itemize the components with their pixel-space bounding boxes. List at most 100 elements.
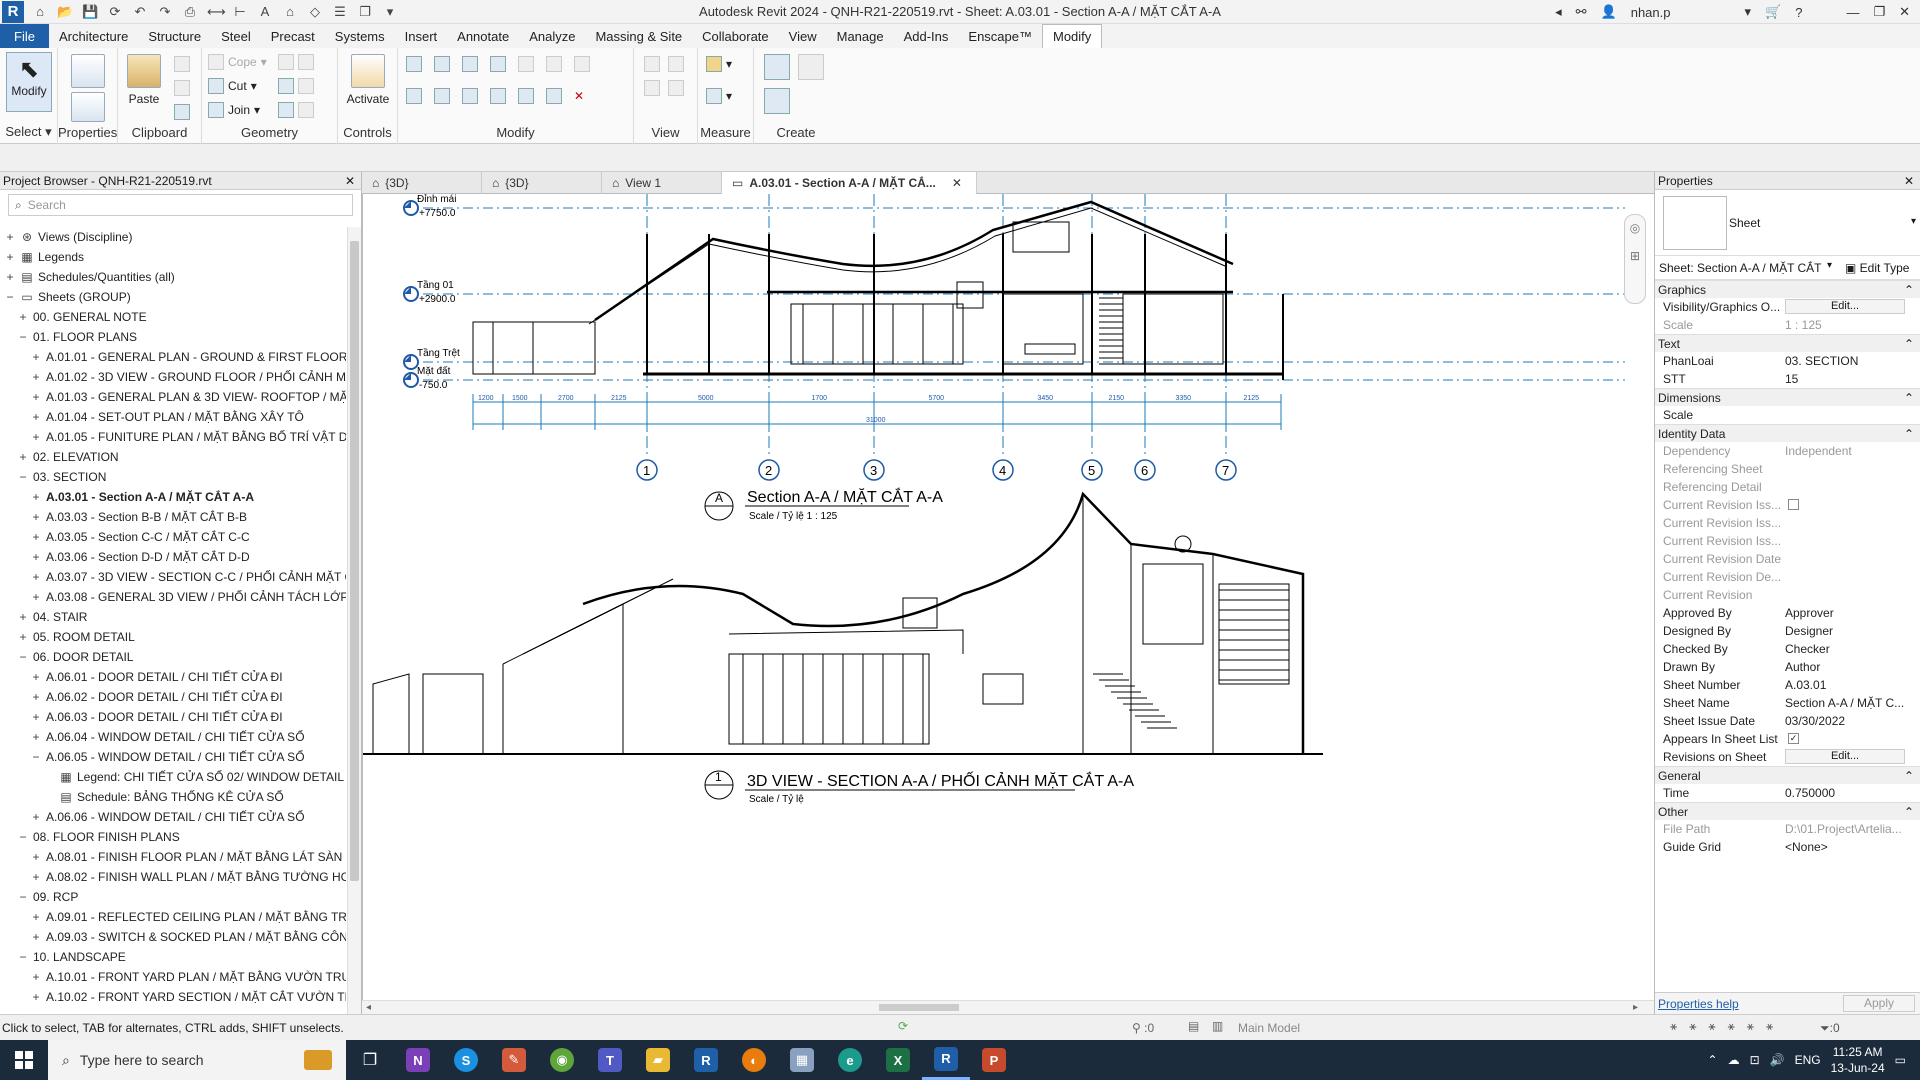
taskbar-app-onenote[interactable]: N: [394, 1040, 442, 1080]
property-category[interactable]: Graphics ⌃: [1655, 280, 1920, 298]
collapse-icon[interactable]: −: [17, 467, 29, 487]
revit-logo[interactable]: R: [2, 0, 24, 23]
expand-icon[interactable]: +: [17, 607, 29, 627]
property-row[interactable]: Visibility/Graphics O... Edit...: [1655, 298, 1920, 316]
property-row[interactable]: File Path D:\01.Project\Artelia...: [1655, 820, 1920, 838]
switch-windows-icon[interactable]: ❐: [357, 4, 373, 20]
back-icon[interactable]: ◂: [1555, 4, 1562, 20]
edit-type-button[interactable]: ▣ Edit Type: [1845, 261, 1909, 275]
type-selector[interactable]: Sheet ▾: [1655, 190, 1920, 256]
clock[interactable]: 11:25 AM 13-Jun-24: [1831, 1044, 1885, 1076]
expand-icon[interactable]: +: [30, 567, 42, 587]
scroll-right-icon[interactable]: ▸: [1633, 1002, 1638, 1013]
expand-icon[interactable]: +: [30, 867, 42, 887]
collapse-icon[interactable]: −: [17, 887, 29, 907]
browser-item[interactable]: + ⊛ Views (Discipline): [0, 227, 346, 247]
create-group-icon[interactable]: [764, 88, 790, 114]
measure-icon[interactable]: ⟷: [207, 4, 226, 20]
open-icon[interactable]: 📂: [57, 4, 73, 20]
hide-icon[interactable]: [644, 56, 660, 72]
property-value[interactable]: Author: [1785, 660, 1820, 674]
taskbar-app-skype[interactable]: S: [442, 1040, 490, 1080]
copy-clip-button[interactable]: [174, 80, 190, 96]
section-icon[interactable]: ◇: [307, 4, 323, 20]
collapse-icon[interactable]: ⌃: [1904, 427, 1914, 441]
browser-item[interactable]: + A.10.01 - FRONT YARD PLAN / MẶT BẰNG VƯ…: [0, 967, 346, 987]
ribbon-tab-precast[interactable]: Precast: [261, 24, 325, 48]
edit-button[interactable]: Edit...: [1785, 749, 1905, 764]
view-tab[interactable]: ▭ A.03.01 - Section A-A / MẶT CẮ... ✕: [722, 172, 977, 194]
property-value[interactable]: A.03.01: [1785, 678, 1826, 692]
collapse-icon[interactable]: −: [17, 947, 29, 967]
browser-item[interactable]: −06. DOOR DETAIL: [0, 647, 346, 667]
mirror-draw-icon[interactable]: [490, 56, 506, 72]
expand-icon[interactable]: +: [30, 807, 42, 827]
property-value[interactable]: 1 : 125: [1785, 318, 1822, 332]
cart-icon[interactable]: 🛒: [1765, 4, 1781, 20]
browser-item[interactable]: + A.06.02 - DOOR DETAIL / CHI TIẾT CỬA ĐI: [0, 687, 346, 707]
taskbar-app-teams[interactable]: T: [586, 1040, 634, 1080]
browser-item[interactable]: +00. GENERAL NOTE: [0, 307, 346, 327]
rotate-icon[interactable]: [462, 88, 478, 104]
browser-item[interactable]: + A.06.01 - DOOR DETAIL / CHI TIẾT CỬA ĐI: [0, 667, 346, 687]
collapse-icon[interactable]: −: [30, 747, 42, 767]
ribbon-tab-modify[interactable]: Modify: [1042, 24, 1103, 48]
property-row[interactable]: STT 15: [1655, 370, 1920, 388]
expand-icon[interactable]: +: [30, 707, 42, 727]
browser-item[interactable]: + A.03.03 - Section B-B / MẶT CẮT B-B: [0, 507, 346, 527]
expand-icon[interactable]: +: [30, 387, 42, 407]
collapse-icon[interactable]: ⌃: [1904, 769, 1914, 783]
notifications-icon[interactable]: ▭: [1895, 1053, 1906, 1067]
save-icon[interactable]: 💾: [82, 4, 98, 20]
ribbon-tab-add-ins[interactable]: Add-Ins: [894, 24, 959, 48]
ribbon-tab-insert[interactable]: Insert: [395, 24, 448, 48]
expand-icon[interactable]: +: [30, 507, 42, 527]
cut-button[interactable]: Cut ▾: [208, 78, 257, 94]
horizontal-scrollbar[interactable]: ◂ ▸: [362, 1000, 1654, 1014]
close-icon[interactable]: ✕: [1899, 4, 1910, 20]
browser-item[interactable]: + A.01.03 - GENERAL PLAN & 3D VIEW- ROOFT…: [0, 387, 346, 407]
property-row[interactable]: Sheet Number A.03.01: [1655, 676, 1920, 694]
customize-icon[interactable]: ▾: [382, 4, 398, 20]
thin-lines-icon[interactable]: ☰: [332, 4, 348, 20]
move-icon[interactable]: [406, 88, 422, 104]
mirror-axis-icon[interactable]: [462, 56, 478, 72]
property-value[interactable]: 0.750000: [1785, 786, 1835, 800]
active-model[interactable]: Main Model: [1238, 1021, 1300, 1035]
browser-item[interactable]: +02. ELEVATION: [0, 447, 346, 467]
property-row[interactable]: Approved By Approver: [1655, 604, 1920, 622]
worksharing-icon[interactable]: ⟳: [898, 1019, 908, 1033]
ribbon-tab-steel[interactable]: Steel: [211, 24, 261, 48]
wall-joins-button[interactable]: [278, 54, 314, 70]
browser-item[interactable]: ▤ Schedule: BẢNG THỐNG KÊ CỬA SỔ: [0, 787, 346, 807]
close-icon[interactable]: ✕: [1904, 174, 1914, 188]
override-icon[interactable]: [668, 56, 684, 72]
browser-item[interactable]: + A.03.07 - 3D VIEW - SECTION C-C / PHỐI …: [0, 567, 346, 587]
split-face-button[interactable]: [278, 78, 314, 94]
expand-icon[interactable]: +: [4, 267, 16, 287]
chevron-down-icon[interactable]: ▾: [1827, 260, 1832, 271]
browser-item[interactable]: + A.01.01 - GENERAL PLAN - GROUND & FIRST…: [0, 347, 346, 367]
property-value[interactable]: Section A-A / MẶT C...: [1785, 696, 1904, 710]
browser-item[interactable]: + ▤ Schedules/Quantities (all): [0, 267, 346, 287]
join-button[interactable]: Join ▾: [208, 102, 260, 118]
split-gap-icon[interactable]: [546, 56, 562, 72]
browser-item[interactable]: + A.06.04 - WINDOW DETAIL / CHI TIẾT CỬA …: [0, 727, 346, 747]
binoculars-icon[interactable]: ⚯: [1576, 4, 1587, 20]
expand-icon[interactable]: +: [30, 407, 42, 427]
expand-icon[interactable]: +: [17, 447, 29, 467]
taskbar-app-chrome[interactable]: ◉: [538, 1040, 586, 1080]
browser-item[interactable]: + A.06.06 - WINDOW DETAIL / CHI TIẾT CỬA …: [0, 807, 346, 827]
create-parts-icon[interactable]: [798, 54, 824, 80]
zoom-icon[interactable]: ⊞: [1625, 249, 1645, 263]
expand-icon[interactable]: +: [30, 527, 42, 547]
property-value[interactable]: Checker: [1785, 642, 1830, 656]
browser-search-input[interactable]: ⌕ Search: [8, 194, 353, 216]
activate-button[interactable]: Activate: [344, 54, 392, 106]
expand-icon[interactable]: +: [30, 847, 42, 867]
property-row[interactable]: Checked By Checker: [1655, 640, 1920, 658]
property-row[interactable]: Designed By Designer: [1655, 622, 1920, 640]
home-icon[interactable]: ⌂: [32, 4, 48, 19]
property-row[interactable]: Dependency Independent: [1655, 442, 1920, 460]
sync-icon[interactable]: ⟳: [107, 4, 123, 20]
